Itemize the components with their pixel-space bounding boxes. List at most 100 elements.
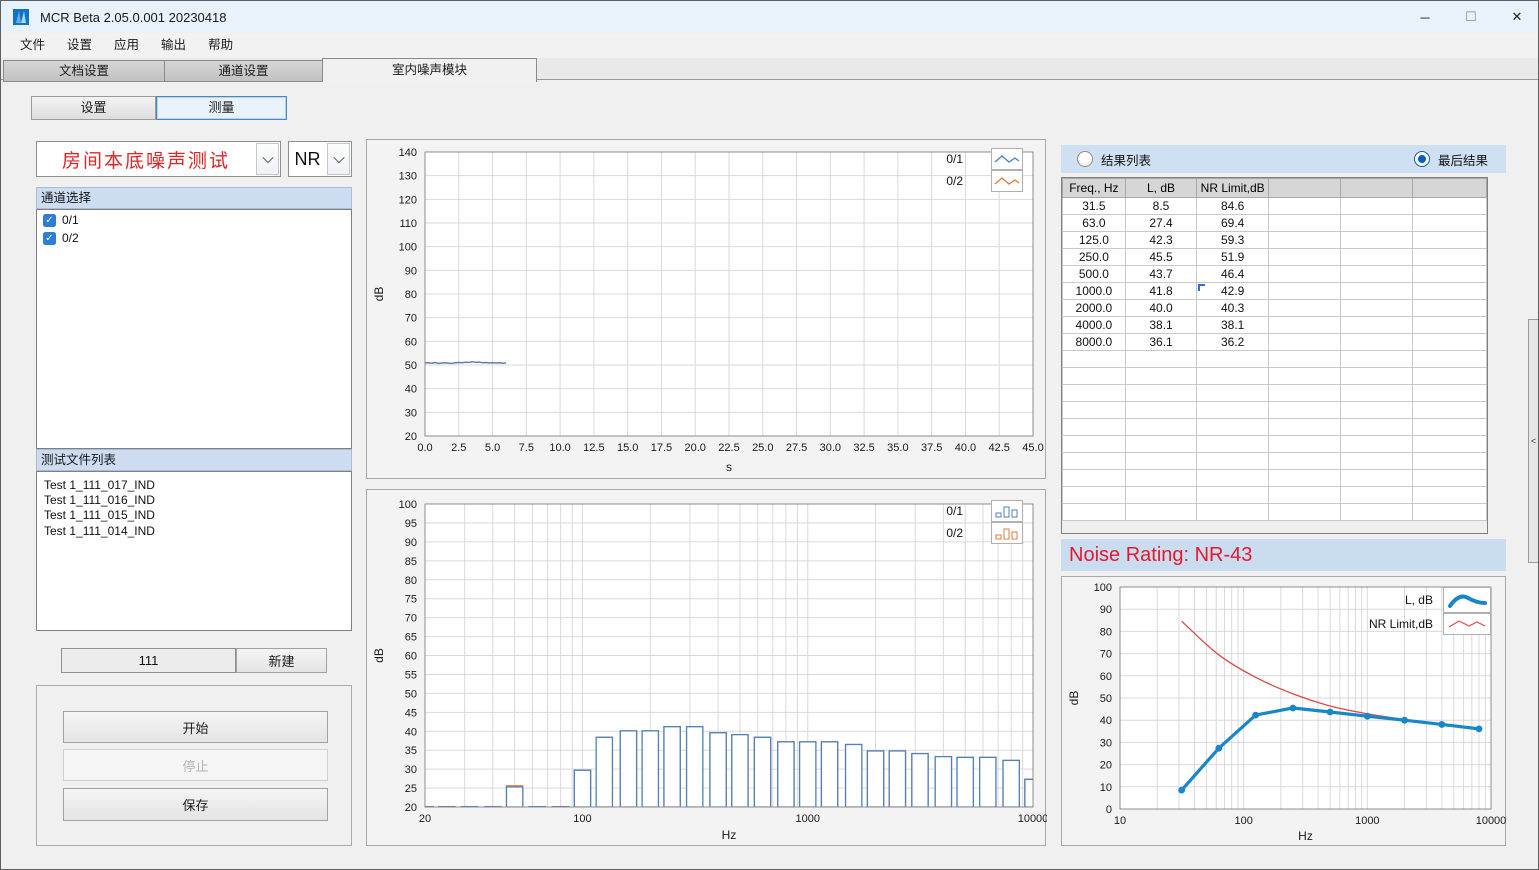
svg-text:30.0: 30.0 xyxy=(820,442,841,454)
panel-collapse-handle[interactable]: < xyxy=(1528,319,1539,563)
svg-text:Hz: Hz xyxy=(1298,829,1313,843)
title-bar: MCR Beta 2.05.0.001 20230418 ─ ☐ ✕ xyxy=(1,1,1539,33)
checkbox-checked-icon[interactable]: ✓ xyxy=(43,214,56,227)
legend-entry: 0/2 xyxy=(946,522,1023,544)
svg-text:80: 80 xyxy=(405,289,417,301)
svg-text:10: 10 xyxy=(1100,782,1112,794)
svg-text:45.0: 45.0 xyxy=(1022,442,1043,454)
svg-text:2.5: 2.5 xyxy=(451,442,466,454)
svg-text:37.5: 37.5 xyxy=(921,442,942,454)
svg-text:50: 50 xyxy=(405,688,417,700)
svg-text:10000: 10000 xyxy=(1476,815,1507,827)
table-row[interactable]: 250.045.551.9 xyxy=(1063,249,1487,266)
svg-text:60: 60 xyxy=(405,336,417,348)
svg-text:80: 80 xyxy=(1100,626,1112,638)
svg-text:27.5: 27.5 xyxy=(786,442,807,454)
svg-text:20: 20 xyxy=(405,802,417,814)
legend-entry: 0/2 xyxy=(946,170,1023,192)
file-list-item[interactable]: Test 1_111_014_IND xyxy=(37,524,351,539)
app-logo-icon xyxy=(13,8,31,26)
channel-list: ✓ 0/1 ✓ 0/2 xyxy=(36,209,352,449)
svg-text:95: 95 xyxy=(405,518,417,530)
menu-help[interactable]: 帮助 xyxy=(197,33,244,58)
main-tab-bar: 文档设置 通道设置 室内噪声模块 xyxy=(1,58,1539,80)
last-result-radio[interactable]: 最后结果 xyxy=(1414,150,1488,169)
svg-text:12.5: 12.5 xyxy=(583,442,604,454)
minimize-button[interactable]: ─ xyxy=(1402,1,1448,33)
svg-text:75: 75 xyxy=(405,594,417,606)
test-type-dropdown-arrow[interactable] xyxy=(256,143,279,175)
svg-text:35: 35 xyxy=(405,745,417,757)
table-row xyxy=(1063,351,1487,368)
test-name-input[interactable] xyxy=(61,648,236,673)
radio-unselected-icon[interactable] xyxy=(1077,151,1093,167)
chevron-down-icon xyxy=(333,152,344,163)
tab-document-settings[interactable]: 文档设置 xyxy=(3,60,165,82)
table-row[interactable]: 4000.038.138.1 xyxy=(1063,317,1487,334)
spectrum-bar-chart: 2025303540455055606570758085909510020100… xyxy=(367,490,1047,847)
subtab-measure[interactable]: 测量 xyxy=(156,96,287,120)
table-row[interactable]: 1000.041.842.9 xyxy=(1063,283,1487,300)
start-button[interactable]: 开始 xyxy=(63,711,328,743)
maximize-button[interactable]: ☐ xyxy=(1448,1,1494,33)
svg-text:90: 90 xyxy=(405,265,417,277)
menu-application[interactable]: 应用 xyxy=(103,33,150,58)
chevron-down-icon xyxy=(262,152,273,163)
thin-line-legend-icon xyxy=(1443,613,1491,635)
svg-text:100: 100 xyxy=(399,499,417,511)
line-legend-icon xyxy=(991,148,1023,170)
chevron-left-icon: < xyxy=(1531,436,1536,446)
svg-text:5.0: 5.0 xyxy=(485,442,500,454)
svg-text:50: 50 xyxy=(1100,693,1112,705)
radio-selected-icon[interactable] xyxy=(1414,151,1430,167)
svg-text:40: 40 xyxy=(405,384,417,396)
legend-entry: 0/1 xyxy=(946,500,1023,522)
close-button[interactable]: ✕ xyxy=(1494,1,1539,33)
window-title: MCR Beta 2.05.0.001 20230418 xyxy=(40,10,226,25)
menu-file[interactable]: 文件 xyxy=(9,33,56,58)
new-button[interactable]: 新建 xyxy=(236,648,327,673)
table-row[interactable]: 500.043.746.4 xyxy=(1063,266,1487,283)
file-list-item[interactable]: Test 1_111_017_IND xyxy=(37,478,351,493)
noise-rating-banner: Noise Rating: NR-43 xyxy=(1061,539,1506,571)
svg-text:22.5: 22.5 xyxy=(718,442,739,454)
rating-dropdown-arrow[interactable] xyxy=(327,143,350,175)
svg-text:25: 25 xyxy=(405,783,417,795)
save-button[interactable]: 保存 xyxy=(63,788,328,821)
menu-settings[interactable]: 设置 xyxy=(56,33,103,58)
channel-item[interactable]: ✓ 0/1 xyxy=(37,210,351,228)
test-type-combobox[interactable]: 房间本底噪声测试 xyxy=(36,141,281,177)
rating-combobox[interactable]: NR xyxy=(288,141,352,177)
svg-text:55: 55 xyxy=(405,669,417,681)
table-header-cell: L, dB xyxy=(1125,179,1197,198)
table-header-cell xyxy=(1341,179,1412,198)
result-list-radio[interactable]: 结果列表 xyxy=(1077,150,1151,169)
table-row[interactable]: 2000.040.040.3 xyxy=(1063,300,1487,317)
svg-text:60: 60 xyxy=(405,651,417,663)
svg-text:30: 30 xyxy=(405,407,417,419)
menu-output[interactable]: 输出 xyxy=(150,33,197,58)
file-list-item[interactable]: Test 1_111_015_IND xyxy=(37,508,351,523)
tab-indoor-noise-module[interactable]: 室内噪声模块 xyxy=(322,58,537,82)
file-list-item[interactable]: Test 1_111_016_IND xyxy=(37,493,351,508)
stop-button: 停止 xyxy=(63,749,328,781)
table-row[interactable]: 8000.036.136.2 xyxy=(1063,334,1487,351)
legend-entry: NR Limit,dB xyxy=(1369,613,1491,635)
table-row[interactable]: 125.042.359.3 xyxy=(1063,232,1487,249)
spectrum-chart-panel: 2025303540455055606570758085909510020100… xyxy=(366,489,1046,846)
subtab-settings[interactable]: 设置 xyxy=(31,96,156,120)
result-mode-bar: 结果列表 最后结果 xyxy=(1061,145,1506,173)
svg-text:0: 0 xyxy=(1106,804,1112,816)
svg-text:Hz: Hz xyxy=(722,828,737,842)
table-row xyxy=(1063,419,1487,436)
table-row[interactable]: 31.58.584.6 xyxy=(1063,198,1487,215)
file-list-header: 测试文件列表 xyxy=(36,449,352,471)
svg-text:65: 65 xyxy=(405,632,417,644)
checkbox-checked-icon[interactable]: ✓ xyxy=(43,232,56,245)
table-header-cell: Freq., Hz xyxy=(1063,179,1126,198)
svg-text:110: 110 xyxy=(399,218,417,230)
channel-item[interactable]: ✓ 0/2 xyxy=(37,228,351,246)
tab-channel-settings[interactable]: 通道设置 xyxy=(164,60,323,82)
table-row xyxy=(1063,487,1487,504)
table-row[interactable]: 63.027.469.4 xyxy=(1063,215,1487,232)
